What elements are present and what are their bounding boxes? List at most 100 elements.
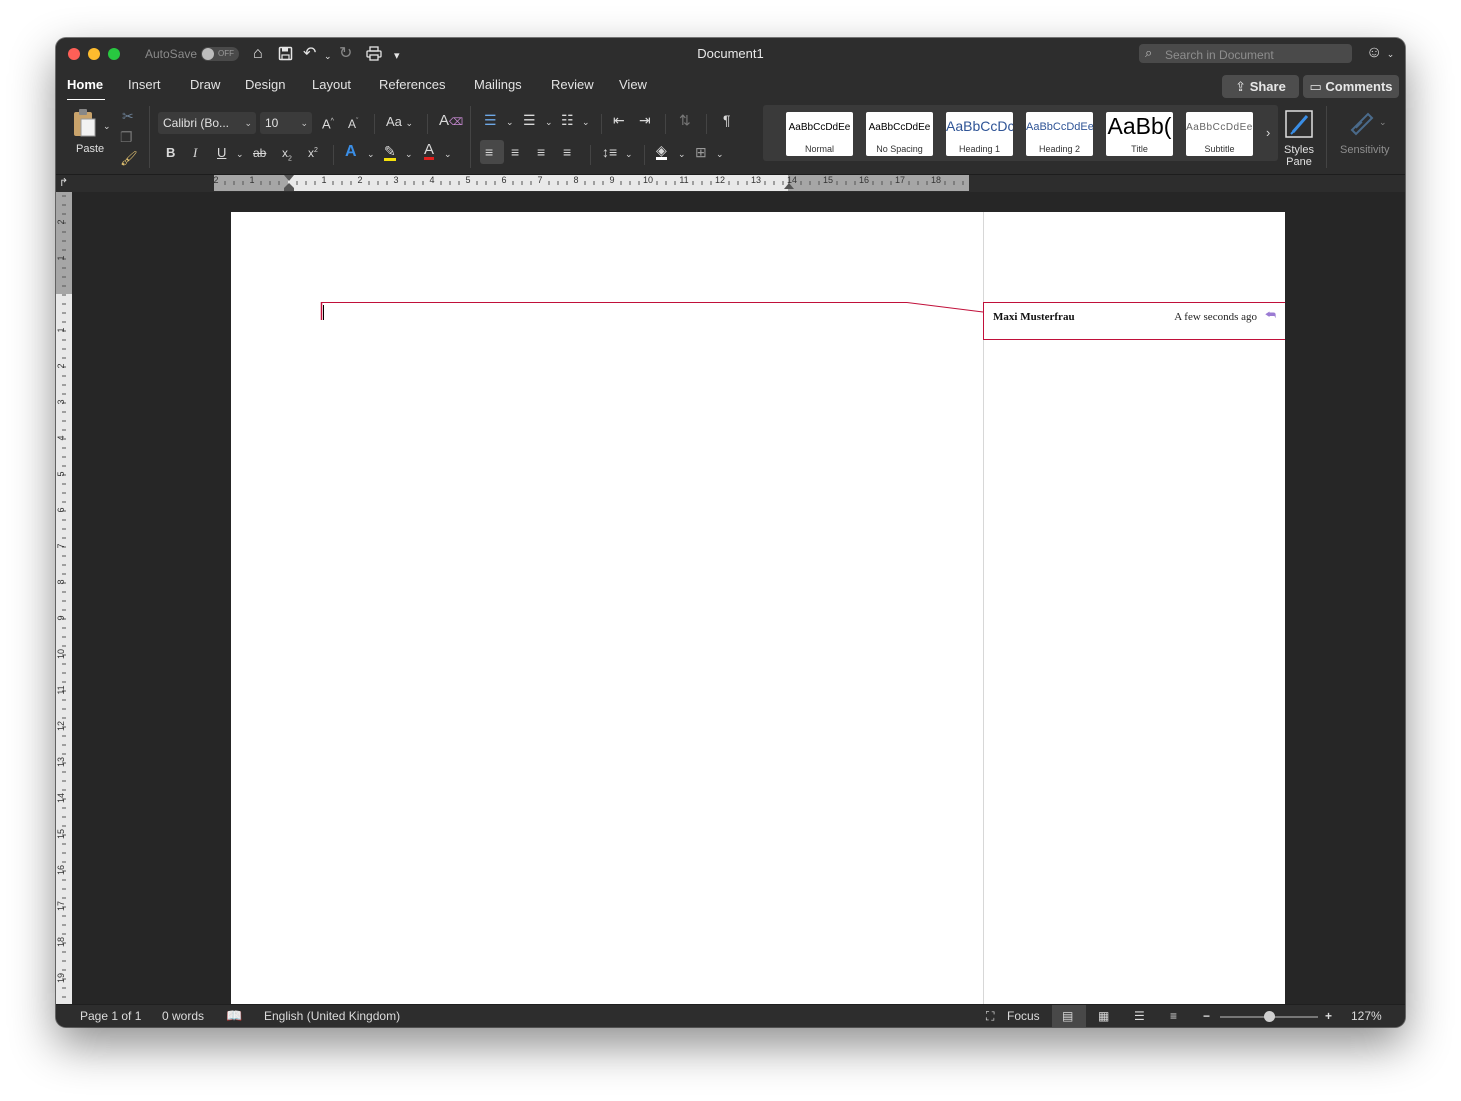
share-button[interactable]: ⇪ Share xyxy=(1222,75,1299,98)
shading-icon[interactable]: ◈ xyxy=(656,143,667,160)
search-box[interactable]: ⌕ xyxy=(1139,44,1352,64)
tab-mailings[interactable]: Mailings xyxy=(474,77,522,92)
font-color-dropdown-icon[interactable]: ⌄ xyxy=(444,146,452,162)
text-effects-dropdown-icon[interactable]: ⌄ xyxy=(367,146,375,162)
style-no-spacing[interactable]: AaBbCcDdEe No Spacing xyxy=(866,112,933,156)
ruler-label: 2 xyxy=(214,175,219,185)
search-icon: ⌕ xyxy=(1145,45,1153,60)
font-name-dropdown[interactable]: Calibri (Bo... ⌄ xyxy=(158,112,256,134)
text-effects-icon[interactable]: A xyxy=(345,144,357,160)
line-spacing-icon[interactable]: ↕≡ xyxy=(602,144,617,160)
underline-dropdown-icon[interactable]: ⌄ xyxy=(236,146,244,162)
change-case-button[interactable]: Aa ⌄ xyxy=(386,114,413,131)
draft-view-icon[interactable]: ≡ xyxy=(1170,1009,1177,1023)
styles-pane-label[interactable]: Styles Pane xyxy=(1283,144,1315,168)
right-indent-marker[interactable] xyxy=(784,183,794,189)
sensitivity-icon[interactable] xyxy=(1348,108,1376,136)
paste-icon[interactable] xyxy=(72,108,96,138)
zoom-in-icon[interactable]: + xyxy=(1325,1009,1332,1023)
format-painter-icon[interactable]: 🖌 xyxy=(120,150,138,166)
text-cursor xyxy=(323,305,324,320)
styles-gallery: AaBbCcDdEe Normal AaBbCcDdEe No Spacing … xyxy=(763,105,1278,161)
reply-icon[interactable]: ⮪ xyxy=(1265,308,1276,323)
italic-icon[interactable]: I xyxy=(193,145,197,161)
tab-draw[interactable]: Draw xyxy=(190,77,220,92)
ruler-label: 16 xyxy=(56,865,66,875)
tab-home[interactable]: Home xyxy=(67,77,103,92)
strikethrough-icon[interactable]: ab xyxy=(253,145,266,161)
comment-balloon[interactable]: Maxi Musterfrau A few seconds ago ⮪ xyxy=(983,302,1285,340)
tab-design[interactable]: Design xyxy=(245,77,285,92)
tab-insert[interactable]: Insert xyxy=(128,77,161,92)
style-title[interactable]: AaBb( Title xyxy=(1106,112,1173,156)
feedback-smiley-icon[interactable]: ☺ ⌄ xyxy=(1366,44,1394,62)
borders-icon[interactable]: ⊞ xyxy=(695,144,707,160)
web-layout-icon[interactable]: ▦ xyxy=(1098,1009,1109,1023)
sort-icon[interactable]: ⇅ xyxy=(679,112,691,128)
vertical-ruler[interactable]: 2 1 1 2 3 4 5 6 7 8 9 10 11 12 13 14 15 16 17 18 19 xyxy=(56,192,72,1004)
language-label[interactable]: English (United Kingdom) xyxy=(264,1009,400,1023)
underline-icon[interactable]: U xyxy=(217,145,226,161)
outline-view-icon[interactable]: ☰ xyxy=(1134,1009,1145,1023)
shading-dropdown-icon[interactable]: ⌄ xyxy=(678,146,686,162)
word-count[interactable]: 0 words xyxy=(162,1009,204,1023)
shrink-font-icon[interactable]: Aˇ xyxy=(348,114,358,132)
chevron-right-icon[interactable]: › xyxy=(1266,125,1270,140)
clear-formatting-icon[interactable]: A⌫ xyxy=(439,113,463,131)
superscript-icon[interactable]: x2 xyxy=(308,143,318,161)
horizontal-ruler[interactable]: 2 1 1 2 3 4 5 6 7 8 9 10 11 12 13 14 15 16 17 18 xyxy=(214,175,969,191)
bullets-icon[interactable]: ☰ xyxy=(484,112,497,128)
cut-icon[interactable]: ✂ xyxy=(122,108,134,124)
numbering-icon[interactable]: ☰ xyxy=(523,112,536,128)
multilevel-dropdown-icon[interactable]: ⌄ xyxy=(582,114,590,130)
bold-icon[interactable]: B xyxy=(166,145,175,161)
style-heading-2[interactable]: AaBbCcDdEe Heading 2 xyxy=(1026,112,1093,156)
zoom-out-icon[interactable]: − xyxy=(1203,1009,1210,1023)
tab-view[interactable]: View xyxy=(619,77,647,92)
highlight-icon[interactable]: ✎ xyxy=(384,144,396,161)
style-heading-1[interactable]: AaBbCcDc Heading 1 xyxy=(946,112,1013,156)
sensitivity-label: Sensitivity xyxy=(1340,144,1390,156)
align-center-icon[interactable]: ≡ xyxy=(511,144,519,160)
page-count[interactable]: Page 1 of 1 xyxy=(80,1009,141,1023)
focus-label[interactable]: Focus xyxy=(1007,1009,1040,1023)
tab-references[interactable]: References xyxy=(379,77,445,92)
decrease-indent-icon[interactable]: ⇤ xyxy=(613,112,625,128)
paste-dropdown-icon[interactable]: ⌄ xyxy=(103,118,111,134)
sensitivity-dropdown-icon[interactable]: ⌄ xyxy=(1379,114,1387,130)
align-right-icon[interactable]: ≡ xyxy=(537,144,545,160)
document-page[interactable]: Maxi Musterfrau A few seconds ago ⮪ xyxy=(231,212,1285,1004)
subscript-icon[interactable]: x2 xyxy=(282,145,292,167)
ruler-label: 7 xyxy=(537,175,542,185)
show-formatting-marks-icon[interactable]: ¶ xyxy=(723,112,731,128)
styles-pane-icon[interactable] xyxy=(1283,108,1315,140)
highlight-dropdown-icon[interactable]: ⌄ xyxy=(405,146,413,162)
zoom-level[interactable]: 127% xyxy=(1351,1009,1382,1023)
comments-label: Comments xyxy=(1325,79,1393,94)
style-subtitle[interactable]: AaBbCcDdEe Subtitle xyxy=(1186,112,1253,156)
search-input[interactable] xyxy=(1163,45,1352,64)
numbering-dropdown-icon[interactable]: ⌄ xyxy=(545,114,553,130)
increase-indent-icon[interactable]: ⇥ xyxy=(639,112,651,128)
left-indent-marker[interactable] xyxy=(284,188,294,191)
tab-layout[interactable]: Layout xyxy=(312,77,351,92)
multilevel-list-icon[interactable]: ☷ xyxy=(561,112,574,128)
tab-review[interactable]: Review xyxy=(551,77,594,92)
bullets-dropdown-icon[interactable]: ⌄ xyxy=(506,114,514,130)
zoom-slider-knob[interactable] xyxy=(1263,1011,1275,1022)
style-normal[interactable]: AaBbCcDdEe Normal xyxy=(786,112,853,156)
copy-icon[interactable]: ❐ xyxy=(120,129,133,145)
ruler-label: 18 xyxy=(931,175,941,185)
ruler-label: 19 xyxy=(56,973,66,983)
tab-selector-icon[interactable]: ↱ xyxy=(59,176,68,189)
borders-dropdown-icon[interactable]: ⌄ xyxy=(716,146,724,162)
grow-font-icon[interactable]: A^ xyxy=(322,114,334,132)
font-color-icon[interactable]: A xyxy=(424,142,435,160)
focus-icon[interactable]: ⛶ xyxy=(986,1009,994,1024)
font-size-dropdown[interactable]: 10 ⌄ xyxy=(260,112,312,134)
line-spacing-dropdown-icon[interactable]: ⌄ xyxy=(625,146,633,162)
proofing-icon[interactable]: 📖 xyxy=(226,1008,242,1024)
justify-icon[interactable]: ≡ xyxy=(563,144,571,160)
first-line-indent-marker[interactable] xyxy=(284,175,294,181)
comments-button[interactable]: ▭ Comments xyxy=(1303,75,1399,98)
